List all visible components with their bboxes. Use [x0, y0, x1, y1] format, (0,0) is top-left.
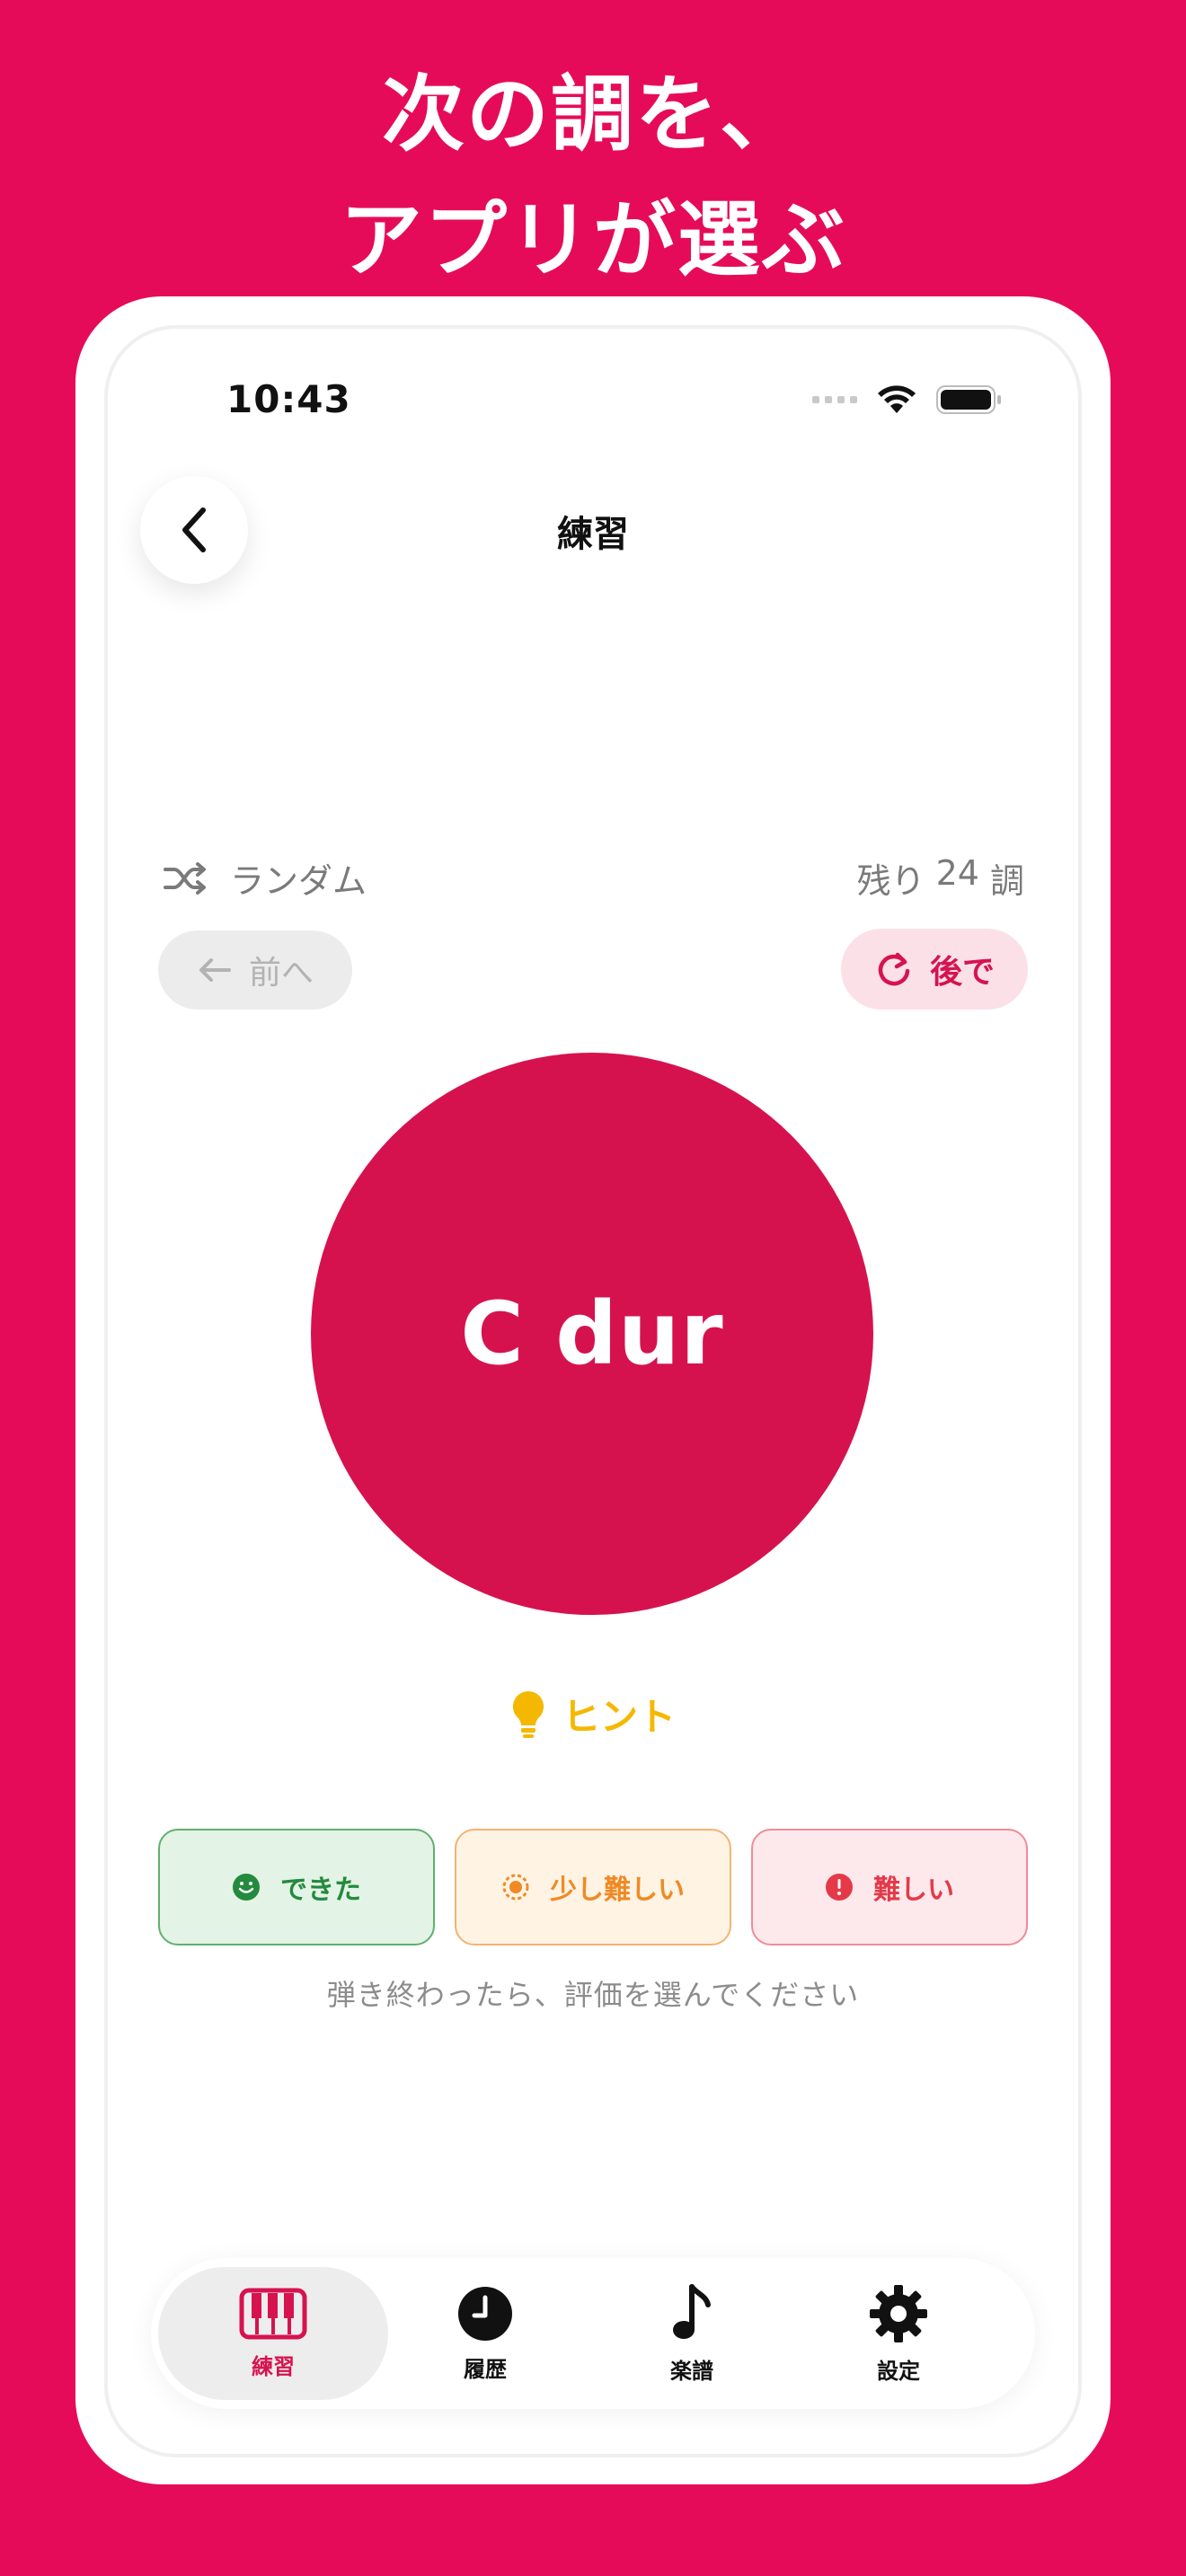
status-icons	[812, 384, 1003, 415]
gear-icon	[870, 2284, 927, 2342]
rating-ok-label: できた	[280, 1875, 361, 1906]
page-title: 練習	[557, 514, 629, 555]
status-time: 10:43	[226, 377, 351, 421]
hint-label: ヒント	[562, 1695, 676, 1739]
previous-button-label: 前へ	[248, 955, 314, 992]
battery-icon	[936, 385, 1001, 414]
tab-sheet-music-label: 楽譜	[670, 2358, 713, 2384]
tab-practice-label: 練習	[252, 2353, 295, 2379]
rating-hard-button[interactable]: 難しい	[751, 1829, 1028, 1945]
bottom-tab-bar: 練習 履歴 楽譜 設定	[151, 2258, 1035, 2409]
smile-icon	[233, 1874, 260, 1901]
current-key-name: C dur	[460, 1284, 724, 1384]
tab-settings-label: 設定	[877, 2358, 920, 2384]
mode-indicator: ランダム	[162, 853, 367, 903]
piano-icon	[239, 2288, 307, 2339]
music-note-icon	[673, 2283, 711, 2339]
hint-button[interactable]: ヒント	[108, 1687, 1078, 1742]
lightbulb-icon	[512, 1690, 544, 1738]
tab-sheet-music[interactable]: 楽譜	[577, 2267, 807, 2400]
dashed-circle-icon	[502, 1874, 529, 1901]
shuffle-icon	[164, 861, 206, 895]
headline-line-1: 次の調を、	[381, 66, 804, 163]
arrow-left-icon	[199, 958, 231, 982]
later-button-label: 後で	[929, 954, 995, 991]
tab-practice[interactable]: 練習	[158, 2267, 388, 2400]
headline-line-2: アプリが選ぶ	[339, 192, 846, 288]
cellular-signal-icon	[812, 396, 857, 403]
later-button[interactable]: 後で	[841, 929, 1028, 1010]
rating-mid-button[interactable]: 少し難しい	[455, 1829, 731, 1945]
rating-instruction: 弾き終わったら、評価を選んでください	[326, 1978, 860, 2012]
page: 次の調を、 アプリが選ぶ 10:43 練習 ランダム 残り 24 調 前へ 後で…	[0, 0, 1186, 2576]
remaining-suffix: 調	[989, 861, 1024, 901]
clock-icon	[458, 2286, 512, 2341]
rating-ok-button[interactable]: できた	[158, 1829, 435, 1945]
remaining-number: 24	[935, 853, 979, 893]
remaining-prefix: 残り	[856, 861, 925, 901]
app-screen: 10:43 練習 ランダム 残り 24 調 前へ 後で C dur ヒント でき…	[108, 329, 1078, 2454]
rating-hard-label: 難しい	[873, 1875, 954, 1906]
mode-label: ランダム	[230, 861, 367, 901]
current-key-card: C dur	[311, 1053, 873, 1615]
rating-buttons: できた 少し難しい 難しい	[158, 1829, 1028, 1945]
promo-headline: 次の調を、 アプリが選ぶ	[0, 52, 1186, 304]
tab-history[interactable]: 履歴	[370, 2267, 600, 2400]
refresh-icon	[878, 952, 910, 986]
remaining-count: 残り 24 調	[857, 853, 1024, 903]
rating-mid-label: 少し難しい	[550, 1875, 685, 1906]
tab-settings[interactable]: 設定	[783, 2267, 1013, 2400]
previous-button[interactable]: 前へ	[158, 931, 352, 1010]
alert-icon	[826, 1874, 853, 1901]
tab-history-label: 履歴	[464, 2356, 507, 2382]
wifi-icon	[878, 385, 916, 413]
